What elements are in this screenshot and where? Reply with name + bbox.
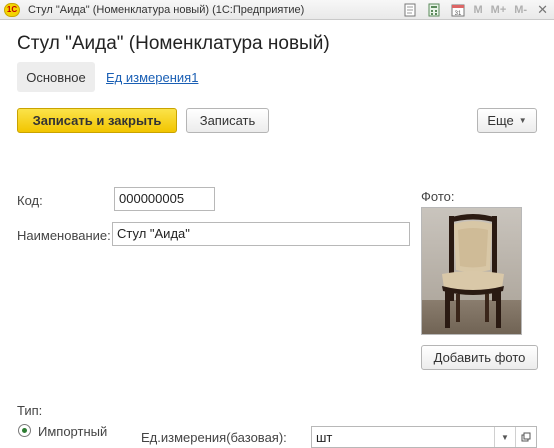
close-icon[interactable]: ✕: [537, 2, 548, 18]
unit-select[interactable]: шт ▼: [311, 426, 537, 448]
unit-value: шт: [316, 430, 333, 445]
code-input[interactable]: 000000005: [114, 187, 215, 211]
tab-basic[interactable]: Основное: [17, 62, 95, 92]
code-label: Код:: [17, 193, 43, 208]
type-import-radio[interactable]: [18, 424, 31, 437]
open-form-icon[interactable]: [515, 427, 536, 447]
type-import-label[interactable]: Импортный: [38, 424, 107, 439]
calendar-day: 31: [454, 11, 461, 17]
memory-m-button[interactable]: M: [474, 4, 483, 16]
tab-units[interactable]: Ед измерения1: [106, 70, 198, 85]
window-title: Стул "Аида" (Номенклатура новый) (1С:Пре…: [28, 3, 305, 16]
unit-label: Ед.измерения(базовая):: [141, 430, 287, 445]
app-logo-icon: 1С: [4, 2, 20, 17]
titlebar-tools: 31 M M+ M- ✕: [398, 0, 554, 20]
save-and-close-button[interactable]: Записать и закрыть: [17, 108, 177, 133]
dropdown-arrow-icon[interactable]: ▼: [494, 427, 515, 447]
name-input[interactable]: Стул "Аида": [112, 222, 410, 246]
photo-label: Фото:: [421, 189, 455, 204]
name-label: Наименование:: [17, 228, 111, 243]
window-titlebar: 1С Стул "Аида" (Номенклатура новый) (1С:…: [0, 0, 554, 20]
chair-photo-image: [422, 208, 521, 334]
more-button-label: Еще: [487, 113, 514, 128]
more-button[interactable]: Еще ▼: [477, 108, 537, 133]
form-title: Стул "Аида" (Номенклатура новый): [17, 33, 330, 54]
chevron-down-icon: ▼: [518, 116, 527, 125]
type-label: Тип:: [17, 403, 43, 418]
memory-minus-button[interactable]: M-: [514, 4, 527, 16]
document-icon[interactable]: [400, 2, 420, 18]
calculator-icon[interactable]: [424, 2, 444, 18]
add-photo-button[interactable]: Добавить фото: [421, 345, 538, 370]
calendar-icon[interactable]: 31: [448, 2, 468, 18]
save-button[interactable]: Записать: [186, 108, 269, 133]
product-photo: [421, 207, 522, 335]
memory-plus-button[interactable]: M+: [491, 4, 507, 16]
